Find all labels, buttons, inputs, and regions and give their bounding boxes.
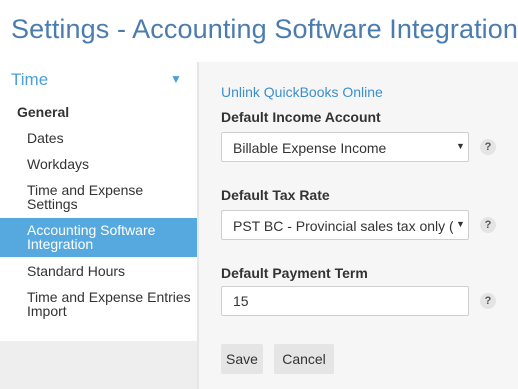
sidebar-item-accounting-software-integration[interactable]: Accounting Software Integration <box>0 218 197 257</box>
tax-rate-label: Default Tax Rate <box>221 187 330 203</box>
sidebar-item-label-line2: Settings <box>27 196 78 212</box>
help-icon[interactable]: ? <box>480 293 496 309</box>
sidebar: Time ▼ General Dates Workdays Time and E… <box>0 62 199 389</box>
income-account-value: Billable Expense Income <box>233 140 387 156</box>
payment-term-input[interactable] <box>221 286 469 316</box>
tax-rate-value: PST BC - Provincial sales tax only (B <box>233 218 453 234</box>
sidebar-group-general: General <box>17 104 70 120</box>
sidebar-item-label: Workdays <box>27 156 89 172</box>
sidebar-item-label: Standard Hours <box>27 263 126 279</box>
select-arrow-icon: ▼ <box>456 141 465 151</box>
sidebar-item-label-line1: Accounting Software <box>27 222 156 238</box>
help-icon[interactable]: ? <box>480 217 496 233</box>
save-button[interactable]: Save <box>221 344 263 374</box>
tax-rate-select[interactable]: PST BC - Provincial sales tax only (B ▼ <box>221 210 469 240</box>
sidebar-item-label: Dates <box>27 130 64 146</box>
sidebar-footer-fill <box>0 341 199 389</box>
income-account-select[interactable]: Billable Expense Income ▼ <box>221 132 469 162</box>
sidebar-section-label: Time <box>11 70 49 89</box>
income-account-label: Default Income Account <box>221 109 381 125</box>
payment-term-label: Default Payment Term <box>221 265 368 281</box>
sidebar-item-dates[interactable]: Dates <box>0 124 197 150</box>
settings-form: Unlink QuickBooks Online Default Income … <box>199 62 518 389</box>
sidebar-item-time-and-expense-entries-import[interactable]: Time and Expense Entries Import <box>0 284 197 324</box>
sidebar-item-workdays[interactable]: Workdays <box>0 150 197 176</box>
triangle-down-icon[interactable]: ▼ <box>170 72 182 86</box>
sidebar-item-label-line2: Integration <box>27 236 94 252</box>
sidebar-item-label-line1: Time and Expense Entries <box>27 289 191 305</box>
sidebar-section-time[interactable]: Time ▼ <box>0 62 197 96</box>
page-title: Settings - Accounting Software Integrati… <box>11 14 518 44</box>
cancel-button[interactable]: Cancel <box>274 344 334 374</box>
unlink-quickbooks-link[interactable]: Unlink QuickBooks Online <box>221 84 383 100</box>
sidebar-item-label-line2: Import <box>27 303 67 319</box>
select-arrow-icon: ▼ <box>456 219 465 229</box>
sidebar-item-time-and-expense-settings[interactable]: Time and Expense Settings <box>0 177 197 217</box>
sidebar-item-standard-hours[interactable]: Standard Hours <box>0 258 197 284</box>
help-icon[interactable]: ? <box>480 139 496 155</box>
sidebar-item-label-line1: Time and Expense <box>27 182 144 198</box>
